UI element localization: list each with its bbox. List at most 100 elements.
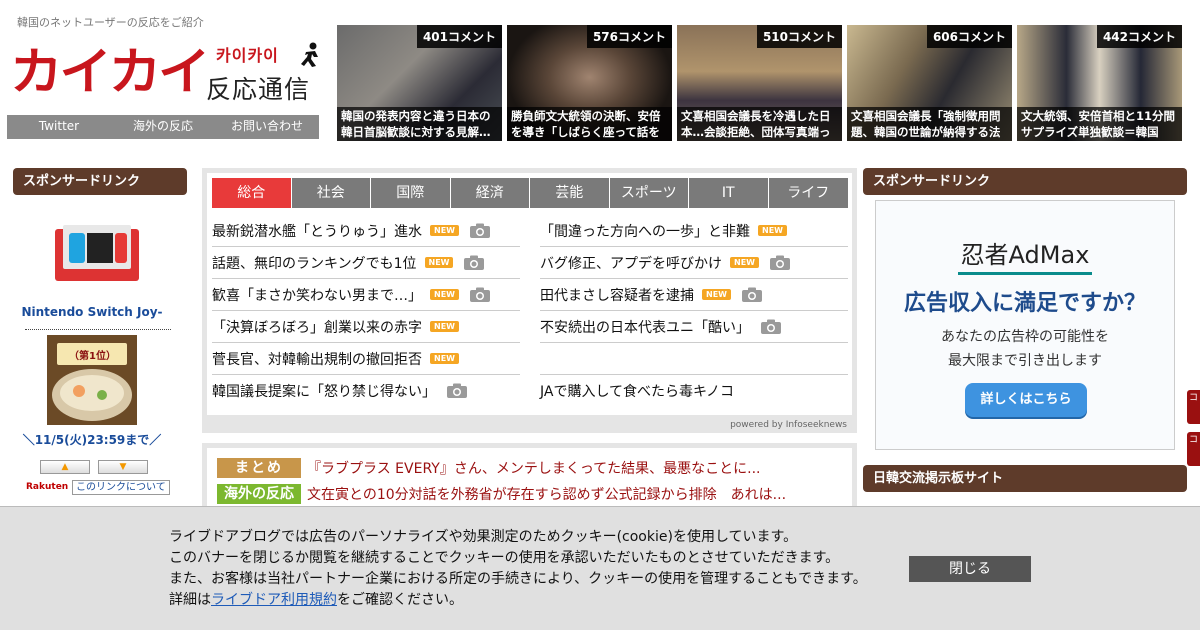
- edge-tab[interactable]: コ: [1187, 432, 1200, 466]
- comment-count: 606コメント: [926, 25, 1012, 48]
- matome-link[interactable]: 文在寅との10分対話を外務省が存在すら認めず公式記録から排除 あれは...: [307, 484, 786, 504]
- camera-icon: [761, 319, 781, 334]
- product-image-switch[interactable]: [51, 223, 143, 285]
- news-title[interactable]: 話題、無印のランキングでも1位: [212, 253, 417, 273]
- matome-tag: 海外の反応: [217, 484, 301, 504]
- nav-twitter-link[interactable]: Twitter: [7, 115, 111, 139]
- news-item[interactable]: 韓国議長提案に「怒り禁じ得ない」: [212, 375, 520, 407]
- news-item[interactable]: JAで購入して食べたら毒キノコ: [540, 375, 848, 407]
- tab-international[interactable]: 国際: [371, 178, 451, 208]
- site-tagline: 韓国のネットユーザーの反応をご紹介: [17, 16, 204, 29]
- ninja-admax-ad[interactable]: 忍者AdMax 広告収入に満足ですか？ あなたの広告枠の可能性を 最大限まで引き…: [875, 200, 1175, 450]
- matome-row[interactable]: まとめ 『ラブプラス EVERY』さん、メンテしまくってた結果、最悪なことに..…: [217, 458, 760, 478]
- news-title[interactable]: 不安続出の日本代表ユニ「酷い」: [540, 317, 750, 337]
- sale-deadline[interactable]: ＼11/5(火)23:59まで／: [13, 431, 171, 448]
- news-title[interactable]: 歓喜「まさか笑わない男まで…」: [212, 285, 422, 305]
- powered-by: powered by Infoseeknews: [730, 420, 847, 430]
- new-badge: NEW: [758, 225, 787, 236]
- tab-life[interactable]: ライフ: [768, 178, 848, 208]
- matome-widget: まとめ 『ラブプラス EVERY』さん、メンテしまくってた結果、最悪なことに..…: [202, 443, 857, 513]
- comment-count: 401コメント: [416, 25, 502, 48]
- ninja-logo-text: 忍者AdMax: [960, 241, 1090, 269]
- cookie-detail-prefix: 詳細は: [169, 592, 211, 608]
- matome-tag: まとめ: [217, 458, 301, 478]
- cookie-line: ライブドアブログでは広告のパーソナライズや効果測定のためクッキー(cookie)…: [169, 529, 798, 545]
- cookie-close-button[interactable]: 閉じる: [909, 556, 1031, 582]
- ninja-admax-logo: 忍者AdMax: [876, 235, 1174, 275]
- matome-row[interactable]: 海外の反応 文在寅との10分対話を外務省が存在すら認めず公式記録から排除 あれは…: [217, 484, 786, 504]
- link-info-button[interactable]: このリンクについて: [72, 480, 170, 495]
- cookie-detail-suffix: をご確認ください。: [337, 592, 463, 608]
- news-item[interactable]: 不安続出の日本代表ユニ「酷い」: [540, 311, 848, 343]
- ad-headline: 広告収入に満足ですか？: [903, 291, 1146, 316]
- news-title[interactable]: JAで購入して食べたら毒キノコ: [540, 381, 734, 401]
- thumbnail-article[interactable]: 510コメント 文喜相国会議長を冷遇した日本…会談拒絶、団体写真端っ: [677, 25, 842, 141]
- new-badge: NEW: [430, 289, 459, 300]
- cookie-text: ライブドアブログでは広告のパーソナライズや効果測定のためクッキー(cookie)…: [169, 527, 867, 611]
- thumbnail-caption: 文大統領、安倍首相と11分間サプライズ単独歓談＝韓国: [1017, 107, 1182, 141]
- nav-overseas-link[interactable]: 海外の反応: [111, 115, 215, 139]
- tab-economy[interactable]: 経済: [450, 178, 530, 208]
- camera-icon: [469, 287, 490, 302]
- news-title[interactable]: 田代まさし容疑者を逮捕: [540, 285, 694, 305]
- rakuten-logo[interactable]: Rakuten: [26, 482, 68, 492]
- nav-contact-link[interactable]: お問い合わせ: [215, 115, 319, 139]
- news-title[interactable]: バグ修正、アプデを呼びかけ: [540, 253, 722, 273]
- page: 韓国のネットユーザーの反応をご紹介 カイカイ 카이카이 反応通信 Twitter…: [0, 0, 1200, 630]
- ad-body: あなたの広告枠の可能性を 最大限まで引き出します: [876, 325, 1174, 373]
- cookie-line: また、お客様は当社パートナー企業における所定の手続きにより、クッキーの使用を管理…: [169, 571, 867, 587]
- news-widget: 総合 社会 国際 経済 芸能 スポーツ IT ライフ 最新鋭潜水艦「とうりゅう」…: [202, 168, 857, 433]
- bbs-sites-heading: 日韓交流掲示板サイト: [863, 465, 1187, 492]
- news-title[interactable]: 韓国議長提案に「怒り禁じ得ない」: [212, 381, 436, 401]
- news-item[interactable]: 田代まさし容疑者を逮捕 NEW: [540, 279, 848, 311]
- new-badge: NEW: [702, 289, 731, 300]
- tab-sports[interactable]: スポーツ: [609, 178, 689, 208]
- tab-general[interactable]: 総合: [212, 178, 292, 208]
- ad-details-button[interactable]: 詳しくはこちら: [965, 383, 1087, 417]
- thumbnail-caption: 文喜相国会議長「強制徴用問題、韓国の世論が納得する法: [847, 107, 1012, 141]
- camera-icon: [469, 223, 490, 238]
- news-item[interactable]: 歓喜「まさか笑わない男まで…」 NEW: [212, 279, 520, 311]
- new-badge: NEW: [430, 321, 459, 332]
- news-title[interactable]: 最新鋭潜水艦「とうりゅう」進水: [212, 221, 422, 241]
- thumbnail-caption: 勝負師文大統領の決断、安倍を導き「しばらく座って話を: [507, 107, 672, 141]
- news-title[interactable]: 菅長官、対韓輸出規制の撤回拒否: [212, 349, 422, 369]
- matome-link[interactable]: 『ラブプラス EVERY』さん、メンテしまくってた結果、最悪なことに...: [307, 458, 760, 478]
- thumbnail-article[interactable]: 606コメント 文喜相国会議長「強制徴用問題、韓国の世論が納得する法: [847, 25, 1012, 141]
- tab-it[interactable]: IT: [689, 178, 769, 208]
- tab-entertainment[interactable]: 芸能: [530, 178, 610, 208]
- thumbnail-article[interactable]: 442コメント 文大統領、安倍首相と11分間サプライズ単独歓談＝韓国: [1017, 25, 1182, 141]
- thumbnail-article[interactable]: 576コメント 勝負師文大統領の決断、安倍を導き「しばらく座って話を: [507, 25, 672, 141]
- thumbnail-article[interactable]: 401コメント 韓国の発表内容と違う日本の韓日首脳歓談に対する見解…: [337, 25, 502, 141]
- thumbnail-caption: 文喜相国会議長を冷遇した日本…会談拒絶、団体写真端っ: [677, 107, 842, 141]
- news-item[interactable]: 最新鋭潜水艦「とうりゅう」進水 NEW: [212, 215, 520, 247]
- product-name[interactable]: Nintendo Switch Joy-: [13, 305, 171, 319]
- comment-count: 576コメント: [586, 25, 672, 48]
- thumbnail-caption: 韓国の発表内容と違う日本の韓日首脳歓談に対する見解…: [337, 107, 502, 141]
- new-badge: NEW: [424, 257, 454, 268]
- terms-link[interactable]: ライブドア利用規約: [211, 592, 337, 608]
- news-item[interactable]: [540, 343, 848, 375]
- comment-count: 442コメント: [1096, 25, 1182, 48]
- news-tabs: 総合 社会 国際 経済 芸能 スポーツ IT ライフ: [212, 178, 848, 208]
- carousel-down-button[interactable]: ▼: [98, 460, 148, 474]
- new-badge: NEW: [730, 257, 759, 268]
- tab-society[interactable]: 社会: [291, 178, 371, 208]
- news-item[interactable]: バグ修正、アプデを呼びかけ NEW: [540, 247, 848, 279]
- news-title[interactable]: 「間違った方向への一歩」と非難: [540, 221, 750, 241]
- ad-body-line: あなたの広告枠の可能性を: [941, 329, 1109, 345]
- edge-tab[interactable]: コ: [1187, 390, 1200, 424]
- left-sponsor-heading: スポンサードリンク: [13, 168, 187, 195]
- new-badge: NEW: [430, 353, 459, 364]
- product-image-food[interactable]: （第1位）: [47, 335, 137, 425]
- news-item[interactable]: 「決算ぼろぼろ」創業以来の赤字 NEW: [212, 311, 520, 343]
- carousel-up-button[interactable]: ▲: [40, 460, 90, 474]
- logo-kana-text: 카이카이: [216, 46, 279, 65]
- news-item[interactable]: 菅長官、対韓輸出規制の撤回拒否 NEW: [212, 343, 520, 375]
- news-item[interactable]: 「間違った方向への一歩」と非難 NEW: [540, 215, 848, 247]
- news-item[interactable]: 話題、無印のランキングでも1位 NEW: [212, 247, 520, 279]
- news-title[interactable]: 「決算ぼろぼろ」創業以来の赤字: [212, 317, 422, 337]
- news-panel: 総合 社会 国際 経済 芸能 スポーツ IT ライフ 最新鋭潜水艦「とうりゅう」…: [207, 173, 852, 430]
- site-logo[interactable]: カイカイ 카이카이 反応通信: [10, 40, 320, 108]
- camera-icon: [464, 255, 485, 270]
